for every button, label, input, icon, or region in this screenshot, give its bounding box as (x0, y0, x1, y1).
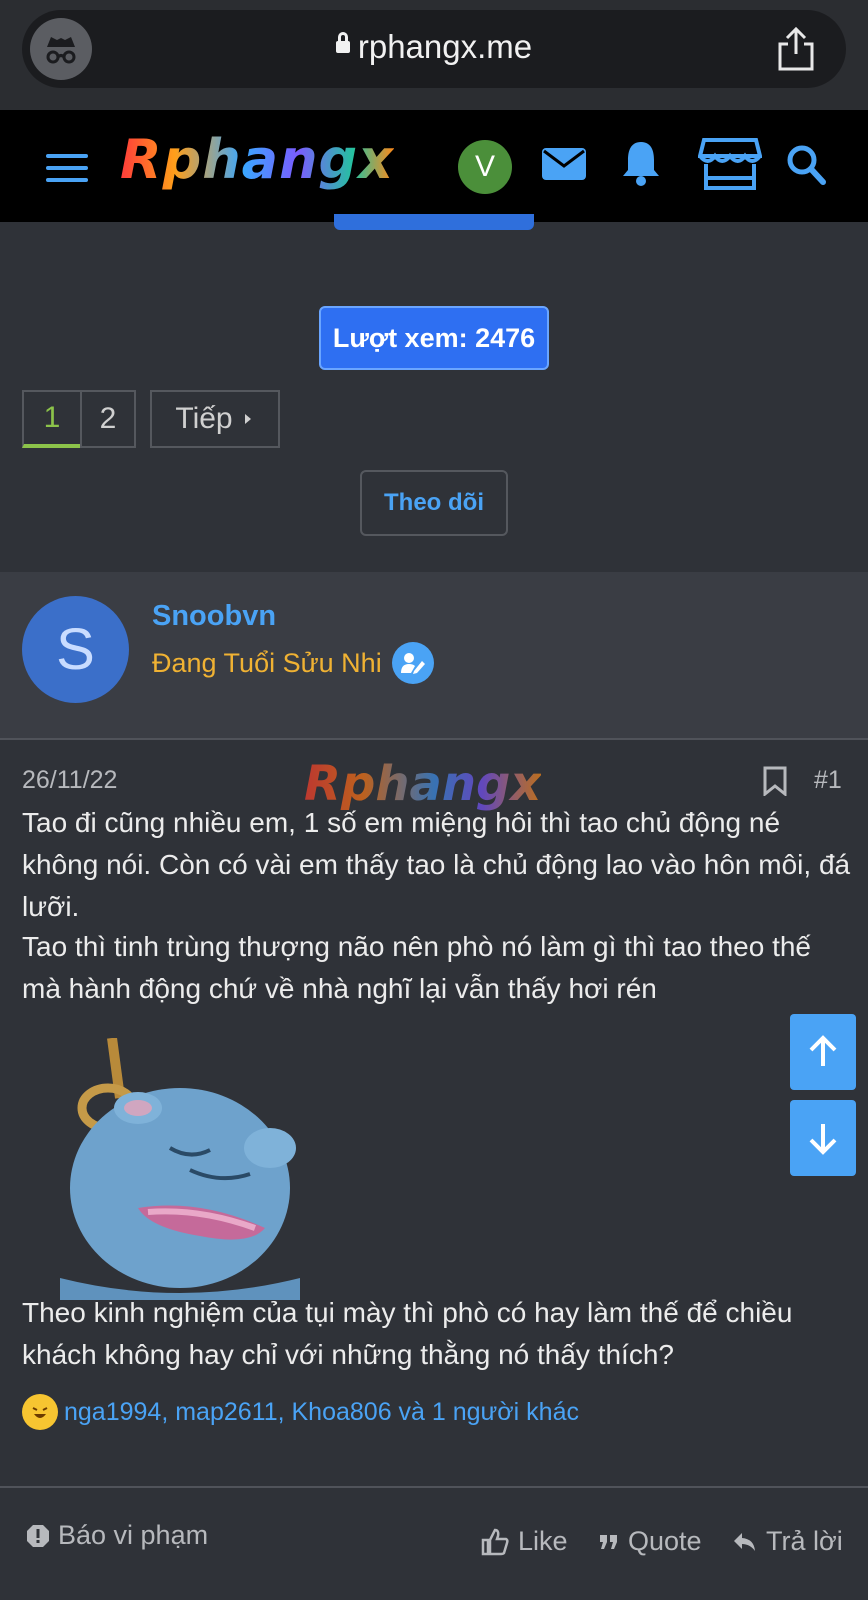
post-actions: Báo vi phạm Like Quote Trả lời (0, 1486, 868, 1600)
menu-icon[interactable] (46, 154, 88, 182)
author-name[interactable]: Snoobvn (152, 600, 276, 633)
post-paragraph-3: Theo kinh nghiệm của tụi mày thì phò có … (22, 1297, 793, 1370)
next-page-link[interactable]: Tiếp (150, 390, 280, 448)
report-icon (27, 1524, 49, 1547)
store-icon[interactable] (698, 136, 762, 192)
views-count-button[interactable]: Lượt xem: 2476 (319, 306, 549, 370)
quote-icon (600, 1534, 617, 1549)
reply-icon (734, 1532, 755, 1551)
arrow-up-icon (809, 1035, 837, 1066)
scroll-to-bottom-button[interactable] (790, 1100, 856, 1176)
like-button[interactable]: Like (480, 1526, 568, 1557)
url-text[interactable]: rphangx.me (22, 28, 846, 66)
pagination: 1 2 Tiếp (22, 390, 280, 448)
url-label: rphangx.me (357, 28, 533, 65)
sticker-image (60, 1038, 300, 1300)
browser-bar: rphangx.me (0, 0, 868, 110)
post-author: S Snoobvn Đang Tuổi Sửu Nhi (0, 572, 868, 740)
follow-button[interactable]: Theo dõi (360, 470, 508, 536)
next-page-label: Tiếp (175, 402, 233, 435)
author-title: Đang Tuổi Sửu Nhi (152, 642, 434, 684)
like-label: Like (518, 1526, 568, 1556)
reactions-summary[interactable]: nga1994, map2611, Khoa806 và 1 người khá… (22, 1394, 579, 1430)
arrow-down-icon (809, 1124, 837, 1155)
report-button[interactable]: Báo vi phạm (26, 1520, 208, 1551)
mail-icon[interactable] (540, 144, 588, 184)
caret-right-icon (244, 414, 251, 424)
page-1-link[interactable]: 1 (22, 390, 80, 448)
report-label: Báo vi phạm (58, 1520, 209, 1550)
post-paragraph-1: Tao đi cũng nhiều em, 1 số em miệng hôi … (22, 807, 851, 922)
post-number[interactable]: #1 (814, 766, 842, 795)
quote-label: Quote (628, 1526, 702, 1556)
account-avatar[interactable]: V (458, 140, 512, 194)
site-header: Rphangx V (0, 110, 868, 222)
laughing-emoji-icon (22, 1394, 58, 1430)
page-2-link[interactable]: 2 (80, 390, 136, 448)
bookmark-icon[interactable] (762, 766, 788, 796)
thumbs-up-icon (481, 1528, 509, 1555)
thread-controls: Lượt xem: 2476 1 2 Tiếp Theo dõi (0, 214, 868, 572)
lock-icon (335, 32, 350, 54)
post: 26/11/22 Rphangx #1 Tao đi cũng nhiều em… (0, 740, 868, 1486)
quote-button[interactable]: Quote (598, 1526, 702, 1557)
reply-label: Trả lời (766, 1526, 843, 1556)
post-date[interactable]: 26/11/22 (22, 766, 117, 795)
scroll-to-top-button[interactable] (790, 1014, 856, 1090)
post-paragraph-2: Tao thì tinh trùng thượng não nên phò nó… (22, 931, 811, 1004)
verified-user-icon (391, 642, 434, 684)
author-avatar[interactable]: S (22, 596, 129, 703)
reply-button[interactable]: Trả lời (732, 1526, 843, 1557)
address-bar[interactable]: rphangx.me (22, 10, 846, 88)
author-title-text: Đang Tuổi Sửu Nhi (152, 647, 382, 678)
partial-button[interactable] (334, 214, 534, 230)
bell-icon[interactable] (620, 138, 662, 188)
reactions-users[interactable]: nga1994, map2611, Khoa806 và 1 người khá… (64, 1398, 579, 1427)
search-icon[interactable] (786, 144, 826, 186)
site-logo[interactable]: Rphangx (120, 128, 394, 191)
share-icon[interactable] (774, 26, 818, 72)
